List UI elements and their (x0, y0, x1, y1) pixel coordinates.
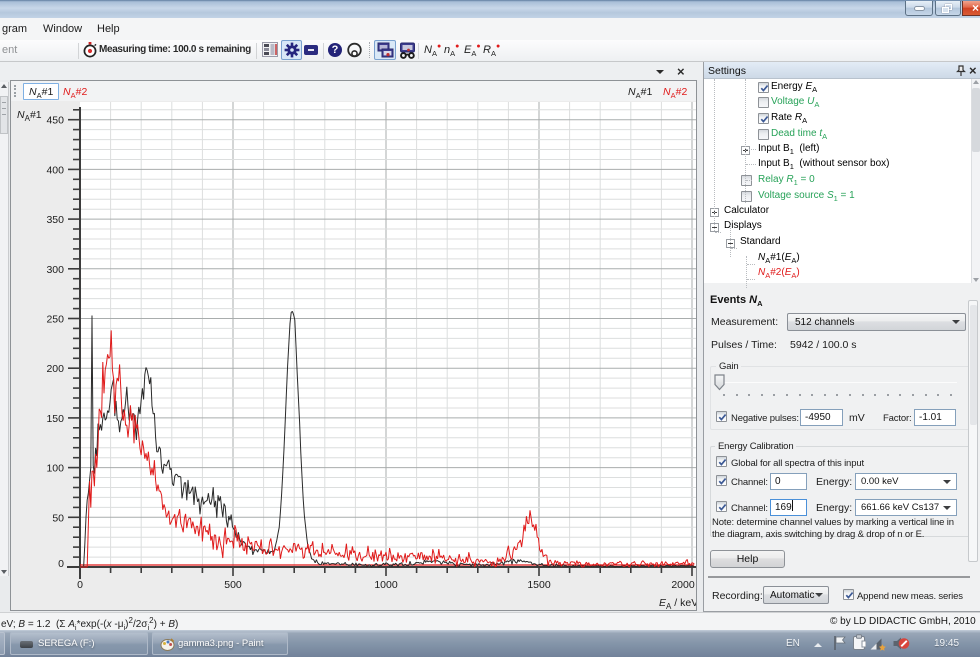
svg-text:NA#1: NA#1 (17, 109, 42, 123)
svg-text:350: 350 (46, 214, 64, 226)
svg-text:1500: 1500 (527, 579, 551, 591)
svg-text:1000: 1000 (374, 579, 398, 591)
svg-text:300: 300 (46, 264, 64, 276)
svg-text:200: 200 (46, 363, 64, 375)
svg-text:150: 150 (46, 413, 64, 425)
svg-text:50: 50 (52, 512, 64, 524)
svg-text:EA / keV: EA / keV (659, 597, 696, 610)
svg-text:100: 100 (46, 463, 64, 475)
svg-text:2000: 2000 (671, 579, 695, 591)
svg-text:0: 0 (77, 579, 83, 591)
svg-text:400: 400 (46, 164, 64, 176)
svg-text:500: 500 (224, 579, 242, 591)
svg-text:450: 450 (46, 115, 64, 127)
svg-text:250: 250 (46, 314, 64, 326)
svg-text:0: 0 (58, 558, 64, 570)
